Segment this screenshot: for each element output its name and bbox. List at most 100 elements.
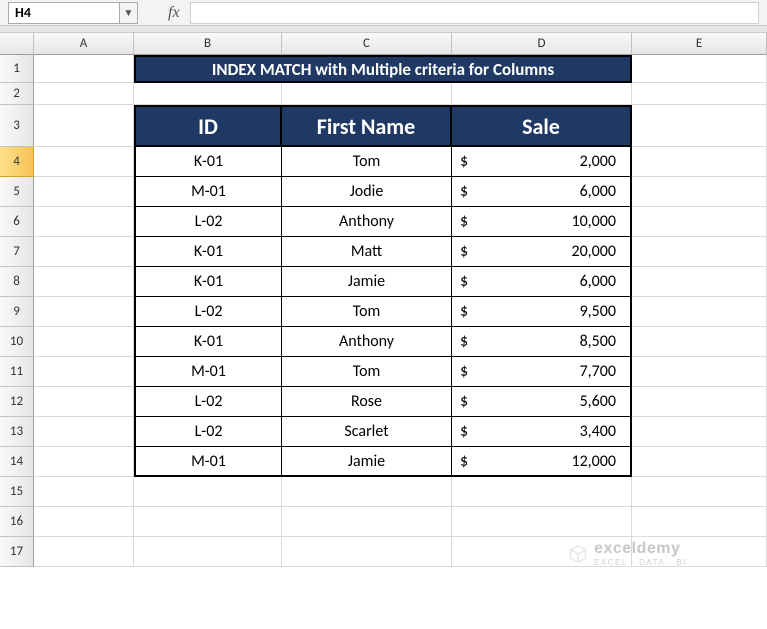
row-header-15[interactable]: 15 <box>0 477 34 507</box>
cell-C9[interactable]: Tom <box>282 297 452 327</box>
cell-A12[interactable] <box>34 387 134 417</box>
cell-C16[interactable] <box>282 507 452 537</box>
cell-C15[interactable] <box>282 477 452 507</box>
cell-B6[interactable]: L-02 <box>134 207 282 237</box>
cell-E7[interactable] <box>632 237 767 267</box>
name-box[interactable]: H4 <box>8 2 120 24</box>
cell-A13[interactable] <box>34 417 134 447</box>
cell-C7[interactable]: Matt <box>282 237 452 267</box>
row-header-4[interactable]: 4 <box>0 147 34 177</box>
header-id[interactable]: ID <box>134 105 282 147</box>
cell-B16[interactable] <box>134 507 282 537</box>
cell-C13[interactable]: Scarlet <box>282 417 452 447</box>
cell-A3[interactable] <box>34 105 134 147</box>
formula-input[interactable] <box>190 2 759 24</box>
row-header-1[interactable]: 1 <box>0 55 34 83</box>
cell-C2[interactable] <box>282 83 452 105</box>
cell-A17[interactable] <box>34 537 134 567</box>
cell-E5[interactable] <box>632 177 767 207</box>
cell-D5[interactable]: $6,000 <box>452 177 632 207</box>
cell-B14[interactable]: M-01 <box>134 447 282 477</box>
col-header-D[interactable]: D <box>452 33 632 55</box>
cell-E1[interactable] <box>632 55 767 83</box>
cell-C4[interactable]: Tom <box>282 147 452 177</box>
row-header-10[interactable]: 10 <box>0 327 34 357</box>
cell-B8[interactable]: K-01 <box>134 267 282 297</box>
cell-C12[interactable]: Rose <box>282 387 452 417</box>
cell-B2[interactable] <box>134 83 282 105</box>
cell-E8[interactable] <box>632 267 767 297</box>
select-all-corner[interactable] <box>0 33 34 55</box>
cell-B11[interactable]: M-01 <box>134 357 282 387</box>
cell-A1[interactable] <box>34 55 134 83</box>
cell-C17[interactable] <box>282 537 452 567</box>
cell-A16[interactable] <box>34 507 134 537</box>
cell-D11[interactable]: $7,700 <box>452 357 632 387</box>
col-header-A[interactable]: A <box>34 33 134 55</box>
cell-E6[interactable] <box>632 207 767 237</box>
cell-D15[interactable] <box>452 477 632 507</box>
row-header-9[interactable]: 9 <box>0 297 34 327</box>
cell-C5[interactable]: Jodie <box>282 177 452 207</box>
cell-A7[interactable] <box>34 237 134 267</box>
cell-A6[interactable] <box>34 207 134 237</box>
title-cell[interactable]: INDEX MATCH with Multiple criteria for C… <box>134 55 632 83</box>
cell-D13[interactable]: $3,400 <box>452 417 632 447</box>
cell-B5[interactable]: M-01 <box>134 177 282 207</box>
cell-E13[interactable] <box>632 417 767 447</box>
cell-D8[interactable]: $6,000 <box>452 267 632 297</box>
cell-A15[interactable] <box>34 477 134 507</box>
cell-C14[interactable]: Jamie <box>282 447 452 477</box>
row-header-11[interactable]: 11 <box>0 357 34 387</box>
cell-B15[interactable] <box>134 477 282 507</box>
row-header-13[interactable]: 13 <box>0 417 34 447</box>
cell-E9[interactable] <box>632 297 767 327</box>
cell-D12[interactable]: $5,600 <box>452 387 632 417</box>
row-header-6[interactable]: 6 <box>0 207 34 237</box>
cell-E14[interactable] <box>632 447 767 477</box>
row-header-5[interactable]: 5 <box>0 177 34 207</box>
cell-B4[interactable]: K-01 <box>134 147 282 177</box>
cell-E12[interactable] <box>632 387 767 417</box>
fx-icon[interactable]: fx <box>168 4 180 22</box>
cell-E11[interactable] <box>632 357 767 387</box>
cell-D14[interactable]: $12,000 <box>452 447 632 477</box>
cell-C10[interactable]: Anthony <box>282 327 452 357</box>
name-box-dropdown[interactable]: ▼ <box>120 2 138 24</box>
cell-D9[interactable]: $9,500 <box>452 297 632 327</box>
cell-A11[interactable] <box>34 357 134 387</box>
col-header-B[interactable]: B <box>134 33 282 55</box>
header-sale[interactable]: Sale <box>452 105 632 147</box>
row-header-8[interactable]: 8 <box>0 267 34 297</box>
cell-B7[interactable]: K-01 <box>134 237 282 267</box>
row-header-12[interactable]: 12 <box>0 387 34 417</box>
cell-E16[interactable] <box>632 507 767 537</box>
cell-D2[interactable] <box>452 83 632 105</box>
cell-A5[interactable] <box>34 177 134 207</box>
row-header-2[interactable]: 2 <box>0 83 34 105</box>
cell-B12[interactable]: L-02 <box>134 387 282 417</box>
header-first-name[interactable]: First Name <box>282 105 452 147</box>
cell-A9[interactable] <box>34 297 134 327</box>
cell-B10[interactable]: K-01 <box>134 327 282 357</box>
col-header-E[interactable]: E <box>632 33 767 55</box>
col-header-C[interactable]: C <box>282 33 452 55</box>
row-header-16[interactable]: 16 <box>0 507 34 537</box>
cell-C11[interactable]: Tom <box>282 357 452 387</box>
cell-C8[interactable]: Jamie <box>282 267 452 297</box>
cell-D16[interactable] <box>452 507 632 537</box>
row-header-3[interactable]: 3 <box>0 105 34 147</box>
row-header-14[interactable]: 14 <box>0 447 34 477</box>
cell-A8[interactable] <box>34 267 134 297</box>
cell-A4[interactable] <box>34 147 134 177</box>
cell-D4[interactable]: $2,000 <box>452 147 632 177</box>
cell-B9[interactable]: L-02 <box>134 297 282 327</box>
cell-E10[interactable] <box>632 327 767 357</box>
cell-C6[interactable]: Anthony <box>282 207 452 237</box>
cell-E4[interactable] <box>632 147 767 177</box>
cell-E15[interactable] <box>632 477 767 507</box>
cell-E2[interactable] <box>632 83 767 105</box>
cell-D10[interactable]: $8,500 <box>452 327 632 357</box>
cell-D7[interactable]: $20,000 <box>452 237 632 267</box>
row-header-17[interactable]: 17 <box>0 537 34 567</box>
